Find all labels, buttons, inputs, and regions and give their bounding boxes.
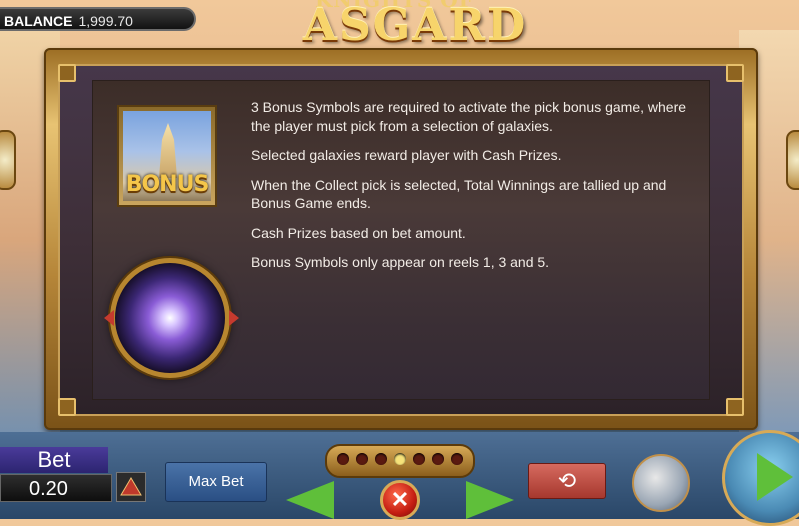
page-dot[interactable] <box>375 453 387 465</box>
game-logo: KNIGHTS OF ASGARD <box>245 0 575 54</box>
bonus-symbol-art: BONUS <box>123 111 211 201</box>
page-dot[interactable] <box>337 453 349 465</box>
bet-label: Bet <box>0 447 108 473</box>
rules-text: 3 Bonus Symbols are required to activate… <box>251 98 699 283</box>
balance-value: 1,999.70 <box>78 13 133 29</box>
logo-title: ASGARD <box>302 0 528 51</box>
frame-corner-ornament <box>726 64 744 82</box>
page-dot[interactable] <box>432 453 444 465</box>
rules-paragraph: Cash Prizes based on bet amount. <box>251 224 466 241</box>
castle-icon <box>159 123 177 178</box>
play-icon <box>757 453 793 501</box>
balance-label: BALANCE <box>4 13 73 29</box>
frame-corner-ornament <box>726 398 744 416</box>
rules-paragraph: Bonus Symbols only appear on reels 1, 3 … <box>251 254 550 270</box>
page-dot-active[interactable] <box>394 453 406 465</box>
max-bet-button[interactable]: Max Bet <box>165 462 267 502</box>
galaxy-orb-icon <box>110 258 230 378</box>
frame-corner-ornament <box>58 64 76 82</box>
next-page-button[interactable] <box>466 481 514 519</box>
page-indicator <box>325 444 475 478</box>
balance-display: BALANCE 1,999.70 <box>0 7 196 31</box>
rules-paragraph: When the Collect pick is selected, Total… <box>251 176 667 212</box>
bet-selector-button[interactable] <box>116 472 146 502</box>
frame-corner-ornament <box>58 398 76 416</box>
autoplay-button[interactable] <box>632 454 690 512</box>
rules-paragraph: Selected galaxies reward player with Cas… <box>251 147 562 163</box>
bet-up-icon <box>120 477 142 496</box>
right-ornament <box>786 130 799 190</box>
bonus-symbol-label: BONUS <box>125 172 210 197</box>
close-button[interactable]: ✕ <box>380 480 420 520</box>
previous-page-button[interactable] <box>286 481 334 519</box>
bet-value: 0.20 <box>0 474 112 502</box>
repeat-button[interactable]: ⟲ <box>528 463 606 499</box>
bonus-symbol: BONUS <box>117 105 217 207</box>
page-dot[interactable] <box>451 453 463 465</box>
rules-paragraph: 3 Bonus Symbols are required to activate… <box>251 99 687 134</box>
orb-right-pointer-icon <box>229 310 239 326</box>
page-dot[interactable] <box>356 453 368 465</box>
orb-left-pointer-icon <box>104 310 114 326</box>
left-ornament <box>0 130 16 190</box>
page-dot[interactable] <box>413 453 425 465</box>
